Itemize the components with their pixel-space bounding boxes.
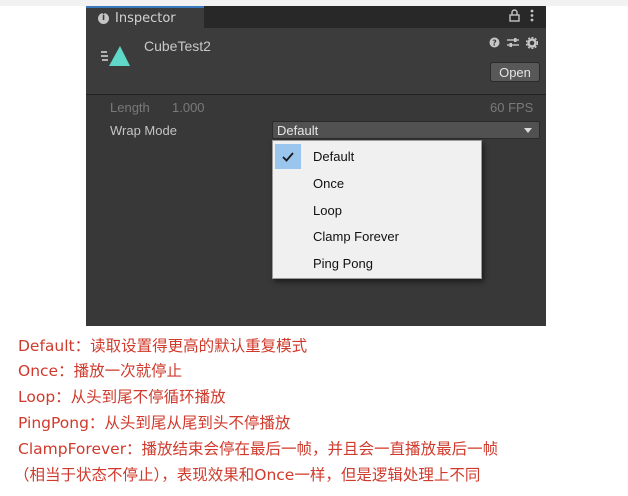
screenshot-frame: i Inspector CubeTest2 ? Open Length 1.00… — [0, 0, 628, 496]
note-pingpong: PingPong：从头到尾从尾到头不停播放 — [18, 414, 291, 432]
settings-icon[interactable] — [525, 36, 539, 52]
asset-header: CubeTest2 ? Open — [86, 28, 546, 95]
length-label: Length — [110, 100, 150, 115]
wrap-mode-select[interactable]: Default — [272, 121, 540, 139]
dropdown-option-default[interactable]: Default — [275, 144, 479, 169]
dropdown-option-once[interactable]: Once — [275, 171, 479, 196]
presets-icon[interactable] — [507, 37, 519, 52]
animation-clip-icon — [101, 46, 130, 66]
open-button[interactable]: Open — [490, 62, 540, 82]
dropdown-option-label: Loop — [313, 203, 342, 218]
dropdown-option-label: Ping Pong — [313, 256, 373, 271]
dropdown-option-ping-pong[interactable]: Ping Pong — [275, 251, 479, 276]
info-icon: i — [98, 12, 109, 24]
lock-icon[interactable] — [509, 9, 520, 26]
wrap-mode-value: Default — [277, 122, 319, 138]
tab-actions — [509, 9, 534, 26]
tab-inspector[interactable]: i Inspector — [86, 6, 204, 28]
wrap-mode-dropdown: Default Once Loop Clamp Forever Ping Pon… — [272, 140, 482, 279]
dropdown-option-clamp-forever[interactable]: Clamp Forever — [275, 224, 479, 249]
note-once: Once：播放一次就停止 — [18, 362, 183, 380]
asset-name: CubeTest2 — [144, 38, 211, 54]
wrap-mode-label: Wrap Mode — [110, 123, 177, 138]
checkmark-icon — [275, 144, 301, 169]
dropdown-option-loop[interactable]: Loop — [275, 198, 479, 223]
note-clampforever-cont: （相当于状态不停止），表现效果和Once一样，但是逻辑处理上不同 — [14, 466, 481, 484]
svg-text:?: ? — [492, 39, 497, 48]
kebab-menu-icon[interactable] — [530, 9, 534, 26]
dropdown-option-label: Default — [313, 149, 355, 164]
dropdown-option-label: Clamp Forever — [313, 229, 399, 244]
length-value: 1.000 — [172, 100, 205, 115]
inspector-window: i Inspector CubeTest2 ? Open Length 1.00… — [86, 6, 546, 326]
tab-inspector-label: Inspector — [115, 10, 176, 26]
dropdown-option-label: Once — [313, 176, 345, 191]
tab-bar: i Inspector — [86, 6, 546, 28]
fps-value: 60 FPS — [490, 100, 534, 115]
note-default: Default：读取设置得更高的默认重复模式 — [18, 337, 308, 355]
chevron-down-icon — [524, 128, 532, 133]
note-clampforever: ClampForever：播放结束会停在最后一帧，并且会一直播放最后一帧 — [18, 440, 499, 458]
note-loop: Loop：从头到尾不停循环播放 — [18, 388, 226, 406]
help-icon[interactable]: ? — [489, 37, 500, 52]
header-icons: ? — [489, 36, 539, 52]
